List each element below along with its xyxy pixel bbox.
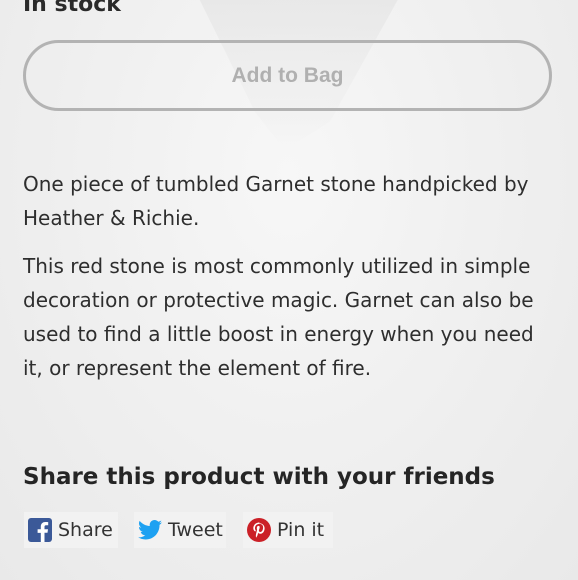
stock-status: In stock: [23, 0, 121, 17]
product-description-details: This red stone is most commonly utilized…: [23, 254, 534, 380]
share-twitter-label: Tweet: [168, 519, 223, 541]
share-facebook-label: Share: [58, 519, 113, 541]
share-pinterest-button[interactable]: Pin it: [243, 512, 333, 548]
pinterest-icon: [247, 518, 271, 542]
facebook-icon: [28, 518, 52, 542]
twitter-icon: [138, 518, 162, 542]
share-pinterest-label: Pin it: [277, 519, 325, 541]
share-twitter-button[interactable]: Tweet: [134, 512, 226, 548]
share-facebook-button[interactable]: Share: [24, 512, 118, 548]
add-to-bag-button[interactable]: Add to Bag: [23, 40, 552, 111]
product-description-intro: One piece of tumbled Garnet stone handpi…: [23, 172, 529, 230]
share-heading: Share this product with your friends: [23, 464, 495, 490]
